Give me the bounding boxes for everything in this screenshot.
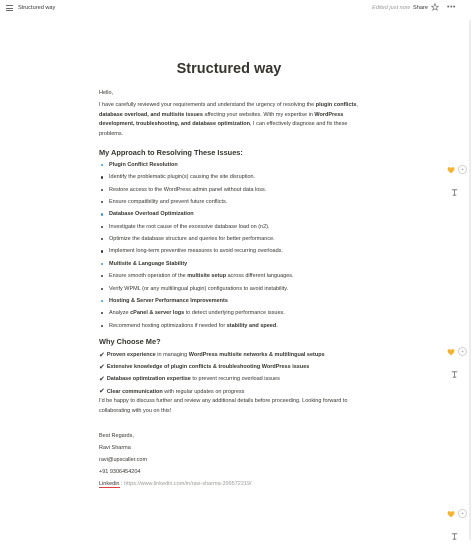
bullet-dot <box>101 238 104 241</box>
bullet-text: Implement long-term preventive measures … <box>109 248 283 255</box>
bullet-text: Ensure compatibility and prevent future … <box>109 199 228 206</box>
why-item: ✔ Proven experience in managing WordPres… <box>99 351 325 359</box>
page-breadcrumb[interactable]: Structured way <box>18 5 55 11</box>
bullet-text: Ensure smooth operation of the multisite… <box>109 273 294 280</box>
page-title: Structured way <box>176 61 282 77</box>
comment-icon[interactable] <box>450 188 459 197</box>
side-controls-1: + <box>446 165 467 203</box>
intro-paragraph: I have carefully reviewed your requireme… <box>99 101 358 140</box>
bullet-text: Analyze cPanel & server logs to detect u… <box>109 310 285 317</box>
bullet-dot <box>101 262 104 265</box>
side-controls-3: + <box>446 509 467 547</box>
why-item: ✔ Clear communication with regular updat… <box>99 388 245 396</box>
bullet-dot <box>101 176 104 179</box>
why-item: ✔ Database optimization expertise to pre… <box>99 375 280 383</box>
linkedin-label: Linkedin <box>99 481 120 488</box>
comment-icon[interactable] <box>450 532 459 541</box>
bullet-text: Identify the problematic plugin(s) causi… <box>109 174 256 181</box>
add-reaction-icon[interactable]: + <box>458 347 467 356</box>
intro-run: , <box>356 102 358 108</box>
menu-icon[interactable] <box>6 5 13 11</box>
signature-name: Ravi Sharma <box>99 445 131 451</box>
more-icon[interactable]: ••• <box>447 4 456 11</box>
comment-icon[interactable] <box>450 370 459 379</box>
bullet-dot <box>101 250 104 253</box>
bullet-text: Plugin Conflict Resolution <box>109 162 178 168</box>
edited-status: Edited just now <box>372 5 410 11</box>
bullet-dot <box>101 312 104 315</box>
bullet-dot <box>101 299 104 303</box>
yellow-heart-icon[interactable] <box>447 348 455 356</box>
greeting: Hello, <box>99 90 114 96</box>
why-item: ✔ Extensive knowledge of plugin conflict… <box>99 363 310 371</box>
linkedin-line: Linkedin : https://www.linkedin.com/in/r… <box>99 481 252 488</box>
bullet-dot <box>101 201 104 204</box>
intro-run: affecting your websites. With my experti… <box>202 111 315 118</box>
bullet-text: Restore access to the WordPress admin pa… <box>109 186 267 193</box>
signature-email: ravi@upscaller.com <box>99 457 148 463</box>
star-icon[interactable] <box>431 3 439 11</box>
approach-heading: My Approach to Resolving These Issues: <box>99 148 243 157</box>
bullet-text: Hosting & Server Performance Improvement… <box>109 297 228 304</box>
bullet-text: Verify WPML (or any multilingual plugin)… <box>109 285 289 292</box>
yellow-heart-icon[interactable] <box>447 510 455 518</box>
bullet-dot <box>101 164 104 167</box>
bullet-dot <box>101 213 104 216</box>
bullet-dot <box>101 287 104 290</box>
add-reaction-icon[interactable]: + <box>458 509 467 518</box>
bullet-dot <box>101 188 104 191</box>
regards-text: Best Regards, <box>99 433 134 439</box>
bullet-text: Recommend hosting optimizations if neede… <box>109 322 278 329</box>
top-bar: Structured way Edited just now Share ••• <box>0 0 474 17</box>
intro-run: plugin conflicts <box>315 102 357 108</box>
check-mark-icon: ✔ <box>99 363 107 371</box>
linkedin-link[interactable]: https://www.linkedin.com/in/ravi-sharma-… <box>124 481 251 487</box>
intro-run: database overload, and multisite issues <box>99 111 203 118</box>
intro-run: I have carefully reviewed your requireme… <box>99 102 316 108</box>
signature-phone: +91 9306454204 <box>99 469 141 475</box>
closing-paragraph: I'd be happy to discuss further and revi… <box>99 398 348 414</box>
check-mark-icon: ✔ <box>99 375 107 383</box>
bullet-text: Investigate the root cause of the excess… <box>109 223 270 230</box>
bullet-dot <box>101 324 104 327</box>
why-heading: Why Choose Me? <box>99 337 161 346</box>
share-button[interactable]: Share <box>413 5 428 11</box>
yellow-heart-icon[interactable] <box>447 166 455 174</box>
bullet-dot <box>101 225 104 228</box>
side-controls-2: + <box>446 347 467 385</box>
bullet-text: Multisite & Language Stability <box>109 260 188 267</box>
add-reaction-icon[interactable]: + <box>458 165 467 174</box>
bullet-dot <box>101 275 104 278</box>
bullet-text: Optimize the database structure and quer… <box>109 236 275 243</box>
scrollbar[interactable] <box>469 20 471 540</box>
check-mark-icon: ✔ <box>99 388 107 396</box>
check-mark-icon: ✔ <box>99 351 107 359</box>
bullet-text: Database Overload Optimization <box>109 211 194 218</box>
